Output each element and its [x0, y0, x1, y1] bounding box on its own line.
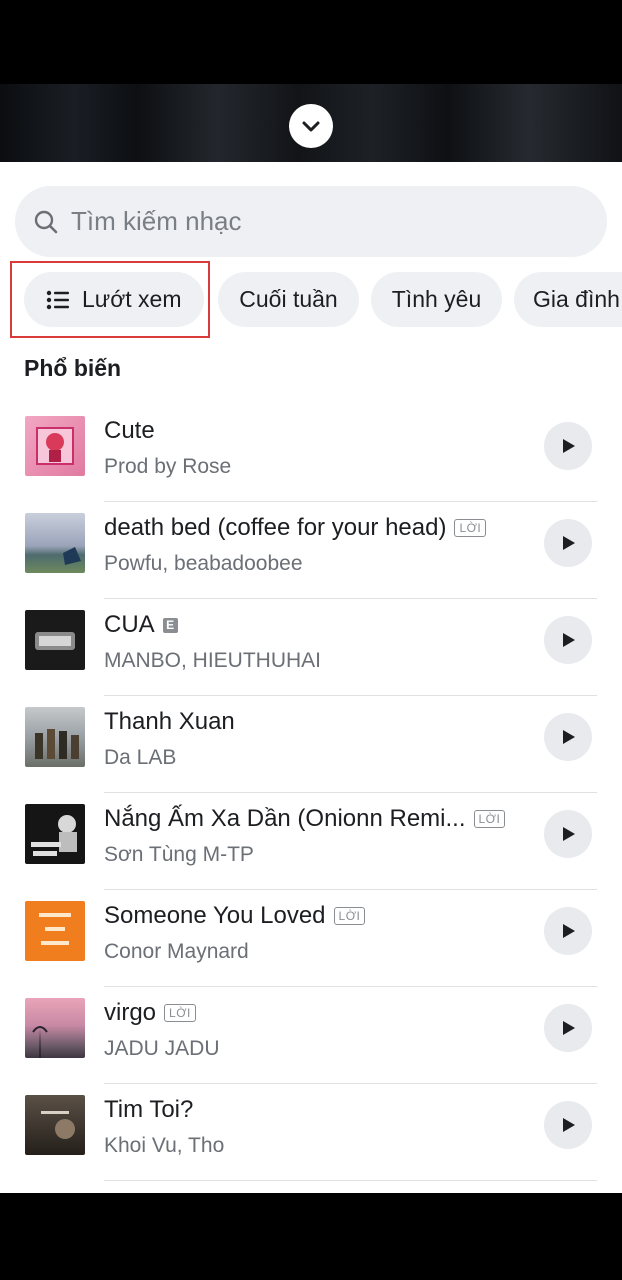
section-title: Phổ biến: [24, 355, 122, 381]
song-title: Someone You Loved: [104, 902, 326, 929]
play-button[interactable]: [544, 907, 592, 955]
chevron-down-icon: [302, 121, 320, 132]
play-button[interactable]: [544, 1004, 592, 1052]
song-artist: Da LAB: [104, 746, 177, 769]
song-row[interactable]: virgo LỜI JADU JADU: [0, 987, 622, 1084]
song-title-wrap: Tim Toi?: [104, 1096, 193, 1124]
song-title: death bed (coffee for your head): [104, 514, 447, 541]
play-button[interactable]: [544, 519, 592, 567]
song-title: Thanh Xuan: [104, 708, 235, 735]
music-sheet: Lướt xem Cuối tuần Tình yêu Gia đình Phổ…: [0, 162, 622, 1193]
song-row-partial[interactable]: [0, 1181, 622, 1193]
album-art: [25, 1095, 85, 1155]
play-button[interactable]: [544, 616, 592, 664]
album-art: [25, 416, 85, 476]
lyrics-badge: LỜI: [454, 519, 487, 537]
play-icon: [563, 536, 575, 550]
song-artist: Prod by Rose: [104, 455, 232, 478]
song-title: CUA: [104, 611, 155, 638]
collapse-button[interactable]: [289, 104, 333, 148]
song-title-wrap: Nắng Ấm Xa Dần (Onionn Remi... LỜI: [104, 805, 506, 833]
search-icon: [33, 209, 59, 235]
play-icon: [563, 633, 575, 647]
play-icon: [563, 439, 575, 453]
song-title-wrap: Cute: [104, 417, 155, 445]
album-art: [25, 998, 85, 1058]
play-icon: [563, 827, 575, 841]
song-title-wrap: death bed (coffee for your head) LỜI: [104, 514, 487, 542]
song-title-wrap: virgo LỜI: [104, 999, 196, 1027]
song-row[interactable]: CUA E MANBO, HIEUTHUHAI: [0, 599, 622, 696]
lyrics-badge: LỜI: [473, 810, 506, 828]
chip-weekend[interactable]: Cuối tuần: [218, 272, 359, 327]
chip-love[interactable]: Tình yêu: [371, 272, 502, 327]
song-artist: Sơn Tùng M-TP: [104, 843, 254, 866]
song-row[interactable]: Cute Prod by Rose: [0, 405, 622, 502]
song-artist: Khoi Vu, Tho: [104, 1134, 225, 1157]
song-row[interactable]: Nắng Ấm Xa Dần (Onionn Remi... LỜI Sơn Tù…: [0, 793, 622, 890]
song-row[interactable]: Someone You Loved LỜI Conor Maynard: [0, 890, 622, 987]
play-button[interactable]: [544, 713, 592, 761]
song-title-wrap: Someone You Loved LỜI: [104, 902, 366, 930]
song-artist: Powfu, beabadoobee: [104, 552, 303, 575]
song-row[interactable]: Tim Toi? Khoi Vu, Tho: [0, 1084, 622, 1181]
song-title: Nắng Ấm Xa Dần (Onionn Remi...: [104, 805, 466, 832]
play-button[interactable]: [544, 422, 592, 470]
play-icon: [563, 924, 575, 938]
song-artist: JADU JADU: [104, 1037, 220, 1060]
chip-label: Tình yêu: [391, 286, 482, 312]
highlight-box: [10, 261, 210, 338]
album-art: [25, 901, 85, 961]
play-icon: [563, 1118, 575, 1132]
album-art: [25, 804, 85, 864]
album-art: [25, 610, 85, 670]
song-artist: MANBO, HIEUTHUHAI: [104, 649, 322, 672]
song-row[interactable]: Thanh Xuan Da LAB: [0, 696, 622, 793]
album-art: [25, 707, 85, 767]
song-row[interactable]: death bed (coffee for your head) LỜI Powf…: [0, 502, 622, 599]
bottom-bar: [0, 1193, 622, 1280]
play-icon: [563, 730, 575, 744]
lyrics-badge: LỜI: [164, 1004, 196, 1022]
search-bar[interactable]: [15, 186, 607, 257]
song-artist: Conor Maynard: [104, 940, 249, 963]
chip-label: Cuối tuần: [239, 286, 338, 312]
song-title-wrap: Thanh Xuan: [104, 708, 235, 736]
play-icon: [563, 1021, 575, 1035]
song-title-wrap: CUA E: [104, 611, 178, 639]
song-title: Cute: [104, 417, 155, 444]
chip-family[interactable]: Gia đình: [514, 272, 622, 327]
chip-label: Gia đình: [533, 286, 620, 312]
search-input[interactable]: [69, 205, 553, 238]
song-list: Cute Prod by Rose death bed (coffee for …: [0, 405, 622, 1193]
album-art: [25, 513, 85, 573]
song-title: Tim Toi?: [104, 1096, 194, 1123]
player-header: [0, 0, 622, 162]
lyrics-badge: LỜI: [333, 907, 366, 925]
play-button[interactable]: [544, 810, 592, 858]
song-title: virgo: [104, 999, 157, 1026]
explicit-badge: E: [162, 617, 178, 633]
play-button[interactable]: [544, 1101, 592, 1149]
